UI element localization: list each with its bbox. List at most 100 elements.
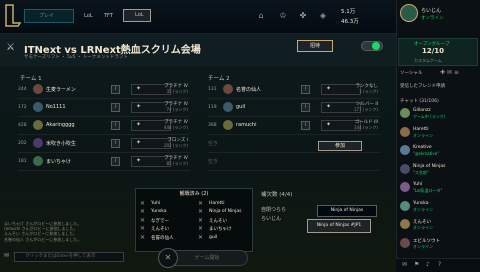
close-lobby-icon[interactable]: ✕: [158, 248, 178, 268]
start-game-button[interactable]: ゲーム開始: [166, 250, 248, 266]
player-rank-detail: 35 (ランク): [166, 89, 188, 94]
riot-points-count: 46.3万: [341, 19, 359, 25]
remove-spectator-icon[interactable]: ✕: [198, 200, 203, 207]
bench-item[interactable]: 自閉つらら: [261, 206, 286, 213]
player-info-icon[interactable]: i: [111, 103, 120, 112]
friend-requests-section[interactable]: 受信したフレンド申請: [400, 83, 445, 89]
social-label: ソーシャル: [400, 71, 423, 76]
collection-icon[interactable]: ♔: [278, 11, 288, 21]
add-friend-icon[interactable]: ✚ ✉ ≡: [440, 69, 459, 76]
profile-icon[interactable]: ⌂: [256, 11, 266, 21]
player-name[interactable]: guil: [236, 104, 245, 110]
player-info-icon[interactable]: i: [111, 157, 120, 166]
player-avatar[interactable]: [33, 156, 43, 166]
remove-spectator-icon[interactable]: ✕: [140, 225, 145, 232]
join-team2-button[interactable]: 参加: [318, 141, 362, 151]
friend-name[interactable]: Yuhi: [413, 182, 422, 187]
custom-game-icon: ⚔: [6, 42, 15, 53]
row-divider: [208, 98, 380, 99]
remove-spectator-icon[interactable]: ✕: [198, 234, 203, 241]
player-avatar[interactable]: [33, 102, 43, 112]
friend-avatar[interactable]: [400, 163, 410, 174]
mission-icon[interactable]: ⚑: [414, 261, 419, 268]
spectator-name: Ninja of Ninjas: [209, 209, 242, 215]
player-info-icon[interactable]: i: [111, 121, 120, 130]
row-divider: [18, 134, 190, 135]
chat-line: 名誉の仙人 さんがロビーに参加しました。: [4, 236, 82, 242]
player-info-icon[interactable]: i: [111, 85, 120, 94]
friend-status: オンライン: [413, 243, 433, 249]
chat-icon[interactable]: ✉: [402, 261, 407, 268]
notification-icon[interactable]: ♪: [426, 261, 430, 268]
player-info-icon[interactable]: i: [111, 139, 120, 148]
league-logo-icon[interactable]: [3, 3, 23, 27]
friend-name[interactable]: Kreative: [413, 145, 432, 150]
friend-name[interactable]: Ninja of Ninjas: [413, 164, 446, 169]
player-name[interactable]: 名誉の仙人: [236, 86, 261, 93]
role-icon: ✦: [326, 103, 332, 110]
player-name[interactable]: 米吹き小吹生: [46, 140, 76, 147]
friend-name[interactable]: Gillanzz: [413, 108, 431, 113]
remove-spectator-icon[interactable]: ✕: [140, 234, 145, 241]
player-name[interactable]: Akaringggg: [46, 122, 75, 128]
user-status[interactable]: オンライン: [421, 15, 444, 21]
player-avatar[interactable]: [223, 120, 233, 130]
user-avatar[interactable]: [400, 4, 418, 22]
player-name[interactable]: まいちゃけ: [46, 158, 71, 165]
nav-lol[interactable]: LoL: [84, 13, 93, 19]
player-avatar[interactable]: [33, 120, 43, 130]
player-level: 131: [208, 87, 217, 92]
friend-status: ゲーム中 (ランク): [413, 114, 446, 119]
friend-status: "ス名前": [413, 169, 429, 175]
friend-avatar[interactable]: [400, 237, 410, 248]
player-avatar[interactable]: [223, 84, 233, 94]
role-icon: ✦: [136, 139, 142, 146]
player-rank-detail: 144 (ランク): [353, 125, 378, 130]
player-info-icon[interactable]: i: [301, 103, 310, 112]
remove-spectator-icon[interactable]: ✕: [198, 217, 203, 224]
play-button[interactable]: プレイ: [24, 9, 74, 23]
empty-slot[interactable]: 空き: [208, 140, 218, 147]
player-avatar[interactable]: [33, 84, 43, 94]
role-icon: ✦: [136, 103, 142, 110]
empty-slot[interactable]: 空き: [208, 158, 218, 165]
friend-status: "Lol気温ロータ": [413, 188, 443, 193]
role-icon: ✦: [326, 121, 332, 128]
player-avatar[interactable]: [223, 102, 233, 112]
player-level: 172: [18, 105, 27, 110]
user-name: らいじん: [421, 8, 442, 14]
friend-avatar[interactable]: [400, 219, 410, 229]
loot-icon[interactable]: ✤: [298, 11, 308, 21]
friend-avatar[interactable]: [400, 200, 410, 211]
player-name[interactable]: No1111: [46, 104, 66, 110]
player-name[interactable]: 生麦ラーメン: [46, 86, 76, 93]
friend-avatar[interactable]: [400, 145, 410, 155]
player-level: 202: [18, 141, 27, 146]
store-icon[interactable]: ◈: [318, 11, 328, 21]
help-icon[interactable]: ?: [438, 261, 441, 268]
row-divider: [18, 152, 190, 153]
remove-spectator-icon[interactable]: ✕: [140, 217, 145, 224]
friend-name[interactable]: Yunska: [413, 201, 429, 206]
player-info-icon[interactable]: i: [301, 85, 310, 94]
nav-tft[interactable]: TFT: [104, 13, 113, 19]
chat-bubble-icon: ✉: [4, 252, 10, 259]
remove-spectator-icon[interactable]: ✕: [198, 225, 203, 232]
remove-spectator-icon[interactable]: ✕: [140, 200, 145, 207]
friend-avatar[interactable]: [400, 182, 410, 192]
friend-avatar[interactable]: [400, 108, 410, 118]
player-level: 244: [18, 87, 27, 92]
friend-name[interactable]: Haretti: [413, 127, 428, 132]
player-name[interactable]: ramuchi: [236, 122, 256, 128]
chat-section[interactable]: チャット (31/106): [400, 98, 439, 104]
remove-spectator-icon[interactable]: ✕: [140, 208, 145, 215]
bench-item[interactable]: らいじん: [261, 215, 281, 222]
chat-input[interactable]: クリックまたはEnterを押して表示: [14, 252, 124, 262]
friend-avatar[interactable]: [400, 126, 410, 137]
lol-badge-button[interactable]: LoL: [123, 9, 151, 22]
remove-spectator-icon[interactable]: ✕: [198, 208, 203, 215]
player-avatar[interactable]: [33, 138, 43, 148]
invite-button[interactable]: 招待: [297, 40, 333, 52]
player-info-icon[interactable]: i: [301, 121, 310, 130]
player-tooltip-detail[interactable]: Ninja of Ninjas #JP1: [307, 219, 371, 233]
